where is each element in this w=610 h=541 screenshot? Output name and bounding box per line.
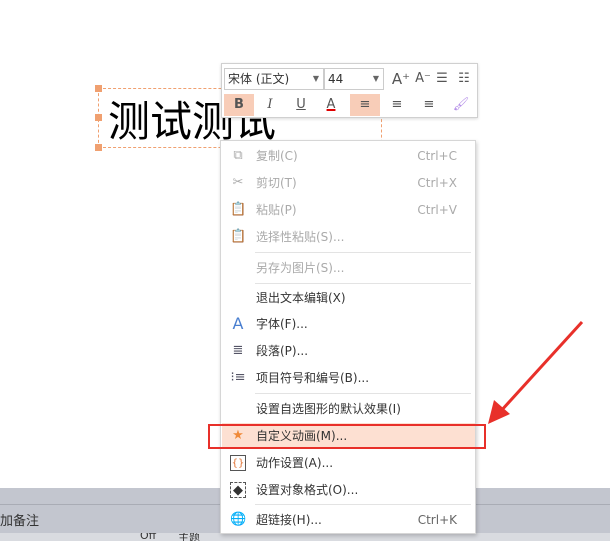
font-name-value: 宋体 (正文): [228, 72, 290, 86]
menu-item-cut[interactable]: ✂ 剪切(T) Ctrl+X: [222, 170, 475, 196]
align-left-icon[interactable]: ≡: [350, 94, 380, 116]
bullets-icon: ⁝≡: [230, 370, 246, 385]
menu-item-bullets[interactable]: ⁝≡ 项目符号和编号(B)...: [222, 365, 475, 391]
scissors-icon: ✂: [232, 175, 244, 190]
status-theme-label: 主题: [178, 533, 200, 541]
annotation-highlight-box: [208, 424, 486, 449]
resize-handle[interactable]: [95, 144, 102, 151]
resize-handle[interactable]: [95, 85, 102, 92]
paragraph-icon: ≣: [232, 343, 244, 358]
annotation-arrow-icon: [488, 320, 584, 424]
menu-separator: [255, 393, 471, 394]
copy-icon: ⧉: [233, 148, 243, 163]
action-settings-icon: {}: [230, 455, 246, 471]
menu-item-set-default-shape[interactable]: 设置自选图形的默认效果(I): [222, 396, 475, 422]
chevron-down-icon: ▼: [312, 74, 319, 83]
paste-special-icon: 📋: [230, 229, 247, 244]
align-center-icon[interactable]: ≡: [382, 94, 412, 116]
menu-separator: [255, 283, 471, 284]
bold-button[interactable]: B: [224, 94, 254, 116]
line-spacing-increase-icon[interactable]: ☰: [430, 68, 454, 90]
menu-item-paste-special[interactable]: 📋 选择性粘贴(S)...: [222, 224, 475, 250]
format-object-icon: ◆: [230, 482, 246, 498]
font-size-select[interactable]: 44 ▼: [324, 68, 384, 90]
italic-button[interactable]: I: [255, 94, 285, 116]
resize-handle[interactable]: [95, 114, 102, 121]
underline-button[interactable]: U: [286, 94, 316, 116]
menu-item-font[interactable]: A 字体(F)...: [222, 311, 475, 337]
font-color-button[interactable]: A: [316, 94, 346, 116]
menu-item-format-object[interactable]: ◆ 设置对象格式(O)...: [222, 477, 475, 503]
context-menu: ⧉ 复制(C) Ctrl+C ✂ 剪切(T) Ctrl+X 📋 粘贴(P) Ctrl+V 📋…: [220, 140, 476, 534]
status-bar: Off 主题: [0, 533, 610, 541]
font-name-select[interactable]: 宋体 (正文) ▼: [224, 68, 324, 90]
hyperlink-icon: 🌐: [230, 512, 247, 527]
menu-item-action-settings[interactable]: {} 动作设置(A)...: [222, 450, 475, 476]
menu-item-save-as-picture[interactable]: 另存为图片(S)...: [222, 255, 475, 281]
menu-item-copy[interactable]: ⧉ 复制(C) Ctrl+C: [222, 143, 475, 169]
align-right-icon[interactable]: ≡: [414, 94, 444, 116]
menu-separator: [255, 252, 471, 253]
menu-item-hyperlink[interactable]: 🌐 超链接(H)... Ctrl+K: [222, 507, 475, 533]
font-icon: A: [232, 314, 244, 333]
line-spacing-decrease-icon[interactable]: ☷: [452, 68, 476, 90]
chevron-down-icon: ▼: [372, 74, 379, 83]
notes-placeholder: 加备注: [0, 514, 40, 529]
status-theme-partial: Off: [140, 533, 157, 541]
paste-icon: 📋: [230, 202, 247, 217]
menu-separator: [255, 504, 471, 505]
menu-item-paragraph[interactable]: ≣ 段落(P)...: [222, 338, 475, 364]
menu-item-exit-text-edit[interactable]: 退出文本编辑(X): [222, 285, 475, 311]
format-painter-icon[interactable]: 🖌: [446, 94, 476, 116]
font-size-value: 44: [328, 72, 344, 86]
menu-item-paste[interactable]: 📋 粘贴(P) Ctrl+V: [222, 197, 475, 223]
mini-format-toolbar: 宋体 (正文) ▼ 44 ▼ A⁺ A⁻ ☰ ☷ B I U A ≡ ≡ ≡ 🖌: [221, 63, 478, 118]
